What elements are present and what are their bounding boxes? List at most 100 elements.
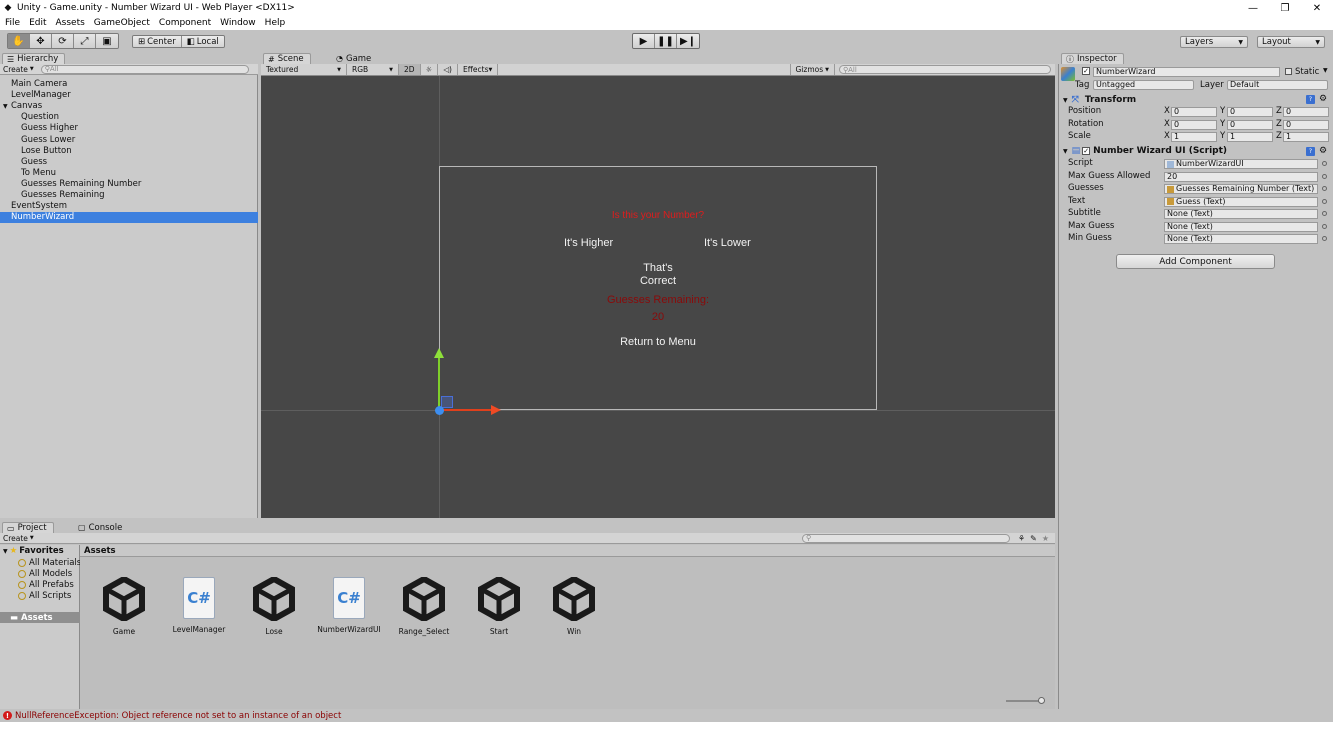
audio-icon[interactable]: ◁) [438,64,458,75]
gear-icon[interactable]: ⚙ [1319,146,1327,156]
transform-y-field[interactable]: 0 [1227,119,1273,130]
transform-z-field[interactable]: 1 [1283,132,1329,142]
object-picker-icon[interactable] [1322,198,1327,204]
hierarchy-item[interactable]: To Menu [0,168,258,179]
favorite-item[interactable]: All Materials [18,558,81,568]
menu-component[interactable]: Component [159,18,211,28]
script-field-value[interactable]: Guess (Text) [1164,196,1318,207]
rect-tool-icon[interactable]: ▣ [96,34,118,48]
hierarchy-item[interactable]: EventSystem [0,201,258,212]
object-picker-icon[interactable] [1322,236,1327,241]
move-tool-icon[interactable]: ✥ [30,34,52,48]
gizmo-plane-handle[interactable] [441,396,453,408]
favorites-header[interactable]: ▼ ★ Favorites [3,546,64,556]
transform-y-field[interactable]: 1 [1227,132,1273,142]
script-field-value[interactable]: None (Text) [1164,221,1318,232]
guess-lower-button[interactable]: It's Lower [704,237,751,249]
shading-dropdown[interactable]: Textured ▼ [261,64,347,75]
transform-x-field[interactable]: 0 [1171,119,1217,130]
minimize-icon[interactable]: — [1237,0,1269,16]
script-field-value[interactable]: None (Text) [1164,209,1318,219]
step-icon[interactable]: ▶❙ [677,34,699,48]
hierarchy-item[interactable]: Lose Button [0,146,258,157]
script-field-value[interactable]: None (Text) [1164,234,1318,244]
axis-label-y[interactable]: Y [1220,119,1225,129]
gizmos-dropdown[interactable]: Gizmos ▼ [789,64,835,75]
tab-inspector[interactable]: ⓘ Inspector [1061,53,1124,64]
transform-z-field[interactable]: 0 [1283,107,1329,117]
transform-y-field[interactable]: 0 [1227,107,1273,117]
scene-search-input[interactable]: ⚲ All [839,65,1051,74]
object-picker-icon[interactable] [1322,161,1327,166]
layout-dropdown[interactable]: Layout ▼ [1257,36,1325,48]
hierarchy-item[interactable]: Guess Higher [0,123,258,134]
menu-edit[interactable]: Edit [29,18,46,28]
expand-arrow-icon[interactable]: ▼ [3,101,8,112]
scene-view[interactable]: Is this your Number? It's Higher It's Lo… [261,76,1055,518]
axis-label-z[interactable]: Z [1276,106,1282,116]
effects-dropdown[interactable]: Effects ▼ [458,64,498,75]
filter-type-icon[interactable]: ⚘ [1018,534,1025,543]
hierarchy-create-dropdown[interactable]: Create ▼ [0,65,37,74]
correct-button-line2[interactable]: Correct [439,275,877,287]
asset-item[interactable]: Game [89,577,159,636]
layers-dropdown[interactable]: Layers ▼ [1180,36,1248,48]
icon-size-slider-thumb[interactable] [1038,697,1045,704]
favorite-item[interactable]: All Models [18,569,72,579]
guess-higher-button[interactable]: It's Higher [564,237,613,249]
hierarchy-item[interactable]: Guesses Remaining Number [0,179,258,190]
asset-item[interactable]: C# LevelManager [164,577,234,634]
hierarchy-item[interactable]: NumberWizard [0,212,258,224]
favorite-item[interactable]: All Scripts [18,591,71,601]
transform-x-field[interactable]: 1 [1171,132,1217,142]
axis-label-z[interactable]: Z [1276,119,1282,129]
transform-x-field[interactable]: 0 [1171,107,1217,117]
script-field-value[interactable]: 20 [1164,171,1318,182]
chevron-down-icon[interactable]: ▼ [1323,67,1328,74]
script-field-value[interactable]: NumberWizardUI [1164,159,1318,169]
gear-icon[interactable]: ⚙ [1319,94,1327,104]
restore-icon[interactable]: ❐ [1269,0,1301,16]
gizmo-y-arrow-icon[interactable] [434,348,444,358]
tag-dropdown[interactable]: Untagged [1093,80,1194,90]
transform-header[interactable]: ▼ ⤧ Transform [1060,94,1333,106]
pivot-local-button[interactable]: ◧ Local [181,36,224,47]
axis-label-z[interactable]: Z [1276,131,1282,141]
component-enabled-checkbox[interactable]: ✓ [1082,147,1091,155]
asset-item[interactable]: Range_Select [389,577,459,636]
axis-label-x[interactable]: X [1164,131,1170,141]
gizmo-x-arrow-icon[interactable] [491,405,501,415]
tab-game[interactable]: ◔ Game [332,53,377,64]
tab-hierarchy[interactable]: ☰ Hierarchy [2,53,66,64]
script-field-value[interactable]: Guesses Remaining Number (Text) [1164,184,1318,194]
menu-file[interactable]: File [5,18,20,28]
favorite-item[interactable]: All Prefabs [18,580,74,590]
axis-label-x[interactable]: X [1164,106,1170,116]
status-bar[interactable]: ! NullReferenceException: Object referen… [0,709,1333,722]
filter-label-icon[interactable]: ✎ [1030,534,1037,543]
pause-icon[interactable]: ❚❚ [655,34,677,48]
close-icon[interactable]: ✕ [1301,0,1333,16]
render-mode-dropdown[interactable]: RGB ▼ [347,64,399,75]
asset-item[interactable]: Lose [239,577,309,636]
assets-root-folder[interactable]: ▬ Assets [0,612,80,623]
axis-label-y[interactable]: Y [1220,106,1225,116]
return-to-menu-button[interactable]: Return to Menu [439,336,877,348]
hierarchy-search-input[interactable]: ⚲ All [40,64,249,74]
favorite-star-icon[interactable]: ★ [1042,534,1049,543]
menu-assets[interactable]: Assets [56,18,85,28]
hierarchy-item[interactable]: Guess Lower [0,135,258,146]
active-checkbox[interactable]: ✓ [1082,67,1090,75]
static-checkbox[interactable] [1285,68,1292,75]
project-create-dropdown[interactable]: Create ▼ [0,534,37,543]
object-picker-icon[interactable] [1322,186,1327,191]
pivot-center-button[interactable]: ⊞ Center [133,36,182,47]
assets-breadcrumb[interactable]: Assets [80,545,1055,557]
tab-scene[interactable]: # Scene [263,53,311,64]
layer-dropdown[interactable]: Default [1227,80,1328,90]
correct-button-line1[interactable]: That's [439,262,877,274]
play-icon[interactable]: ▶ [633,34,655,48]
hierarchy-item[interactable]: ▼ Canvas [0,101,258,112]
object-picker-icon[interactable] [1322,173,1327,179]
scale-tool-icon[interactable]: ⤢ [74,34,96,48]
